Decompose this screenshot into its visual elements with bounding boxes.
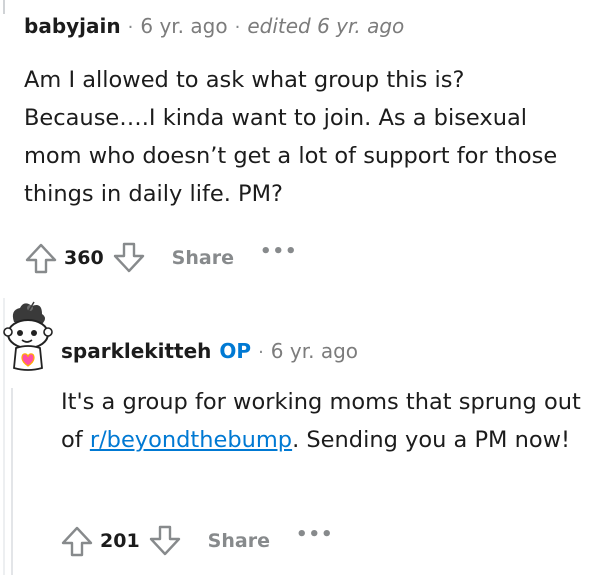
snoo-avatar-icon[interactable] xyxy=(0,298,56,378)
comment-author[interactable]: babyjain xyxy=(24,14,121,38)
share-button[interactable]: Share xyxy=(208,530,270,552)
comment-actions: 201 Share ••• xyxy=(60,521,333,561)
meta-separator: · xyxy=(127,17,134,38)
comment-author[interactable]: sparklekitteh xyxy=(61,339,211,363)
subreddit-link[interactable]: r/beyondthebump xyxy=(90,427,292,453)
comment-age[interactable]: 6 yr. ago xyxy=(271,339,358,363)
comment-body: Am I allowed to ask what group this is? … xyxy=(24,67,558,207)
comment-body-text: . Sending you a PM now! xyxy=(292,427,571,453)
share-button[interactable]: Share xyxy=(172,247,234,269)
downvote-arrow-icon[interactable] xyxy=(148,524,182,558)
meta-separator: · xyxy=(234,17,241,38)
comment-edited-label: edited 6 yr. ago xyxy=(247,14,405,38)
more-options-button[interactable]: ••• xyxy=(296,526,334,544)
comment-age[interactable]: 6 yr. ago xyxy=(140,14,227,38)
op-badge: OP xyxy=(219,339,252,363)
vote-score: 201 xyxy=(100,530,140,552)
thread-line-top xyxy=(3,0,5,14)
thread-line-reply[interactable] xyxy=(11,388,13,575)
comment-meta: sparklekitteh OP · 6 yr. ago xyxy=(61,339,358,363)
meta-separator: · xyxy=(258,342,264,363)
comment-body: It's a group for working moms that sprun… xyxy=(61,383,591,459)
upvote-arrow-icon[interactable] xyxy=(24,241,58,275)
downvote-arrow-icon[interactable] xyxy=(112,241,146,275)
comment-actions: 360 Share ••• xyxy=(24,238,297,278)
upvote-arrow-icon[interactable] xyxy=(60,524,94,558)
comment-meta: babyjain · 6 yr. ago · edited 6 yr. ago xyxy=(24,14,404,38)
more-options-button[interactable]: ••• xyxy=(260,243,298,261)
vote-score: 360 xyxy=(64,247,104,269)
